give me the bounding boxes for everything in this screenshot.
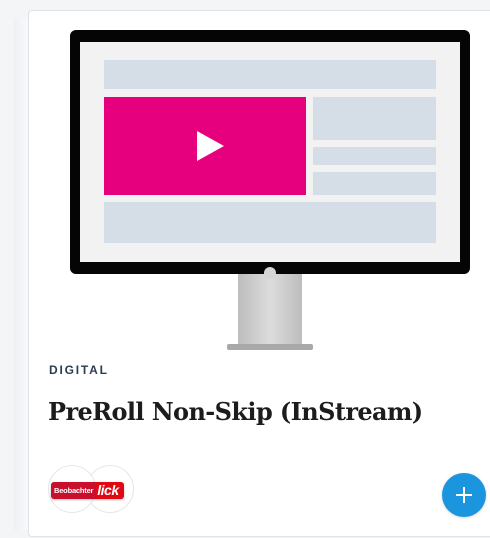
product-category: DIGITAL xyxy=(49,363,109,377)
monitor-illustration-icon xyxy=(70,30,470,350)
product-title[interactable]: PreRoll Non-Skip (InStream) xyxy=(48,397,423,426)
placeholder-side-block xyxy=(313,172,436,195)
card-edge-shadow xyxy=(14,18,28,530)
beobachter-click-logo: Beobachter lick xyxy=(51,482,124,499)
monitor-stand-base xyxy=(227,344,313,350)
logo-right-text: lick xyxy=(95,482,124,499)
placeholder-footer-block xyxy=(104,202,436,243)
publisher-logos: Beobachter lick xyxy=(48,465,138,515)
plus-icon xyxy=(456,487,472,503)
placeholder-header-block xyxy=(104,60,436,89)
logo-left-text: Beobachter xyxy=(51,482,96,499)
publisher-logo-circle: Beobachter lick xyxy=(48,465,124,513)
placeholder-side-block xyxy=(313,147,436,165)
product-card[interactable]: DIGITAL PreRoll Non-Skip (InStream) Beob… xyxy=(28,10,490,537)
add-button[interactable] xyxy=(442,473,486,517)
placeholder-side-block xyxy=(313,97,436,140)
